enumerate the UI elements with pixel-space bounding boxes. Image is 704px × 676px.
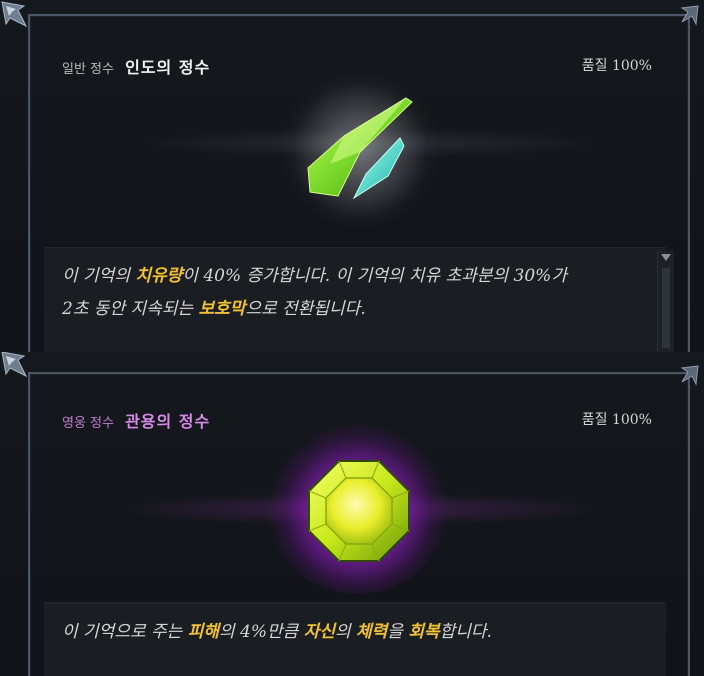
scrollbar[interactable] [657, 250, 674, 352]
essence-name: 관용의 정수 [125, 412, 211, 431]
keyword-health: 체력 [356, 622, 388, 642]
quality-label: 품질 100% [581, 58, 652, 74]
description-line: 이 기억의 치유량이 40% 증가합니다. 이 기억의 치유 초과분의 30%가 [62, 266, 567, 286]
quality-label: 품질 100% [581, 412, 652, 428]
keyword-healing: 치유량 [135, 266, 183, 286]
description-box: 이 기억의 치유량이 40% 증가합니다. 이 기억의 치유 초과분의 30%가… [44, 247, 666, 352]
grade-label: 일반 정수 [62, 62, 114, 77]
scroll-thumb[interactable] [662, 268, 670, 348]
description-text: 이 기억의 치유량이 40% 증가합니다. 이 기억의 치유 초과분의 30%가… [62, 260, 652, 326]
description-text: 이 기억으로 주는 피해의 4%만큼 자신의 체력을 회복합니다. [62, 616, 652, 649]
grade-label: 영웅 정수 [62, 416, 114, 431]
keyword-damage: 피해 [187, 622, 219, 642]
keyword-shield: 보호막 [198, 299, 246, 319]
yellow-octagon-gem-icon [308, 460, 410, 562]
green-crystal-shards-icon [307, 97, 413, 200]
description-box: 이 기억으로 주는 피해의 4%만큼 자신의 체력을 회복합니다. [44, 602, 666, 676]
essence-card-tolerance: 영웅 정수 관용의 정수 품질 100% 이 기억으로 주는 피해의 4%만큼 … [0, 352, 704, 676]
essence-card-guidance: 일반 정수 인도의 정수 품질 100% 이 기억의 치유량이 40% 증가합니… [0, 0, 704, 352]
description-line: 2초 동안 지속되는 보호막으로 전환됩니다. [62, 299, 366, 319]
corner-ornament-icon [1, 352, 28, 378]
corner-ornament-icon [680, 5, 699, 26]
corner-ornament-icon [1, 1, 28, 28]
keyword-recover: 회복 [408, 622, 440, 642]
essence-name: 인도의 정수 [125, 58, 211, 77]
corner-ornament-icon [680, 365, 699, 386]
keyword-self: 자신 [303, 622, 335, 642]
description-line: 이 기억으로 주는 피해의 4%만큼 자신의 체력을 회복합니다. [62, 622, 492, 642]
scroll-down-arrow-icon[interactable] [661, 254, 671, 261]
